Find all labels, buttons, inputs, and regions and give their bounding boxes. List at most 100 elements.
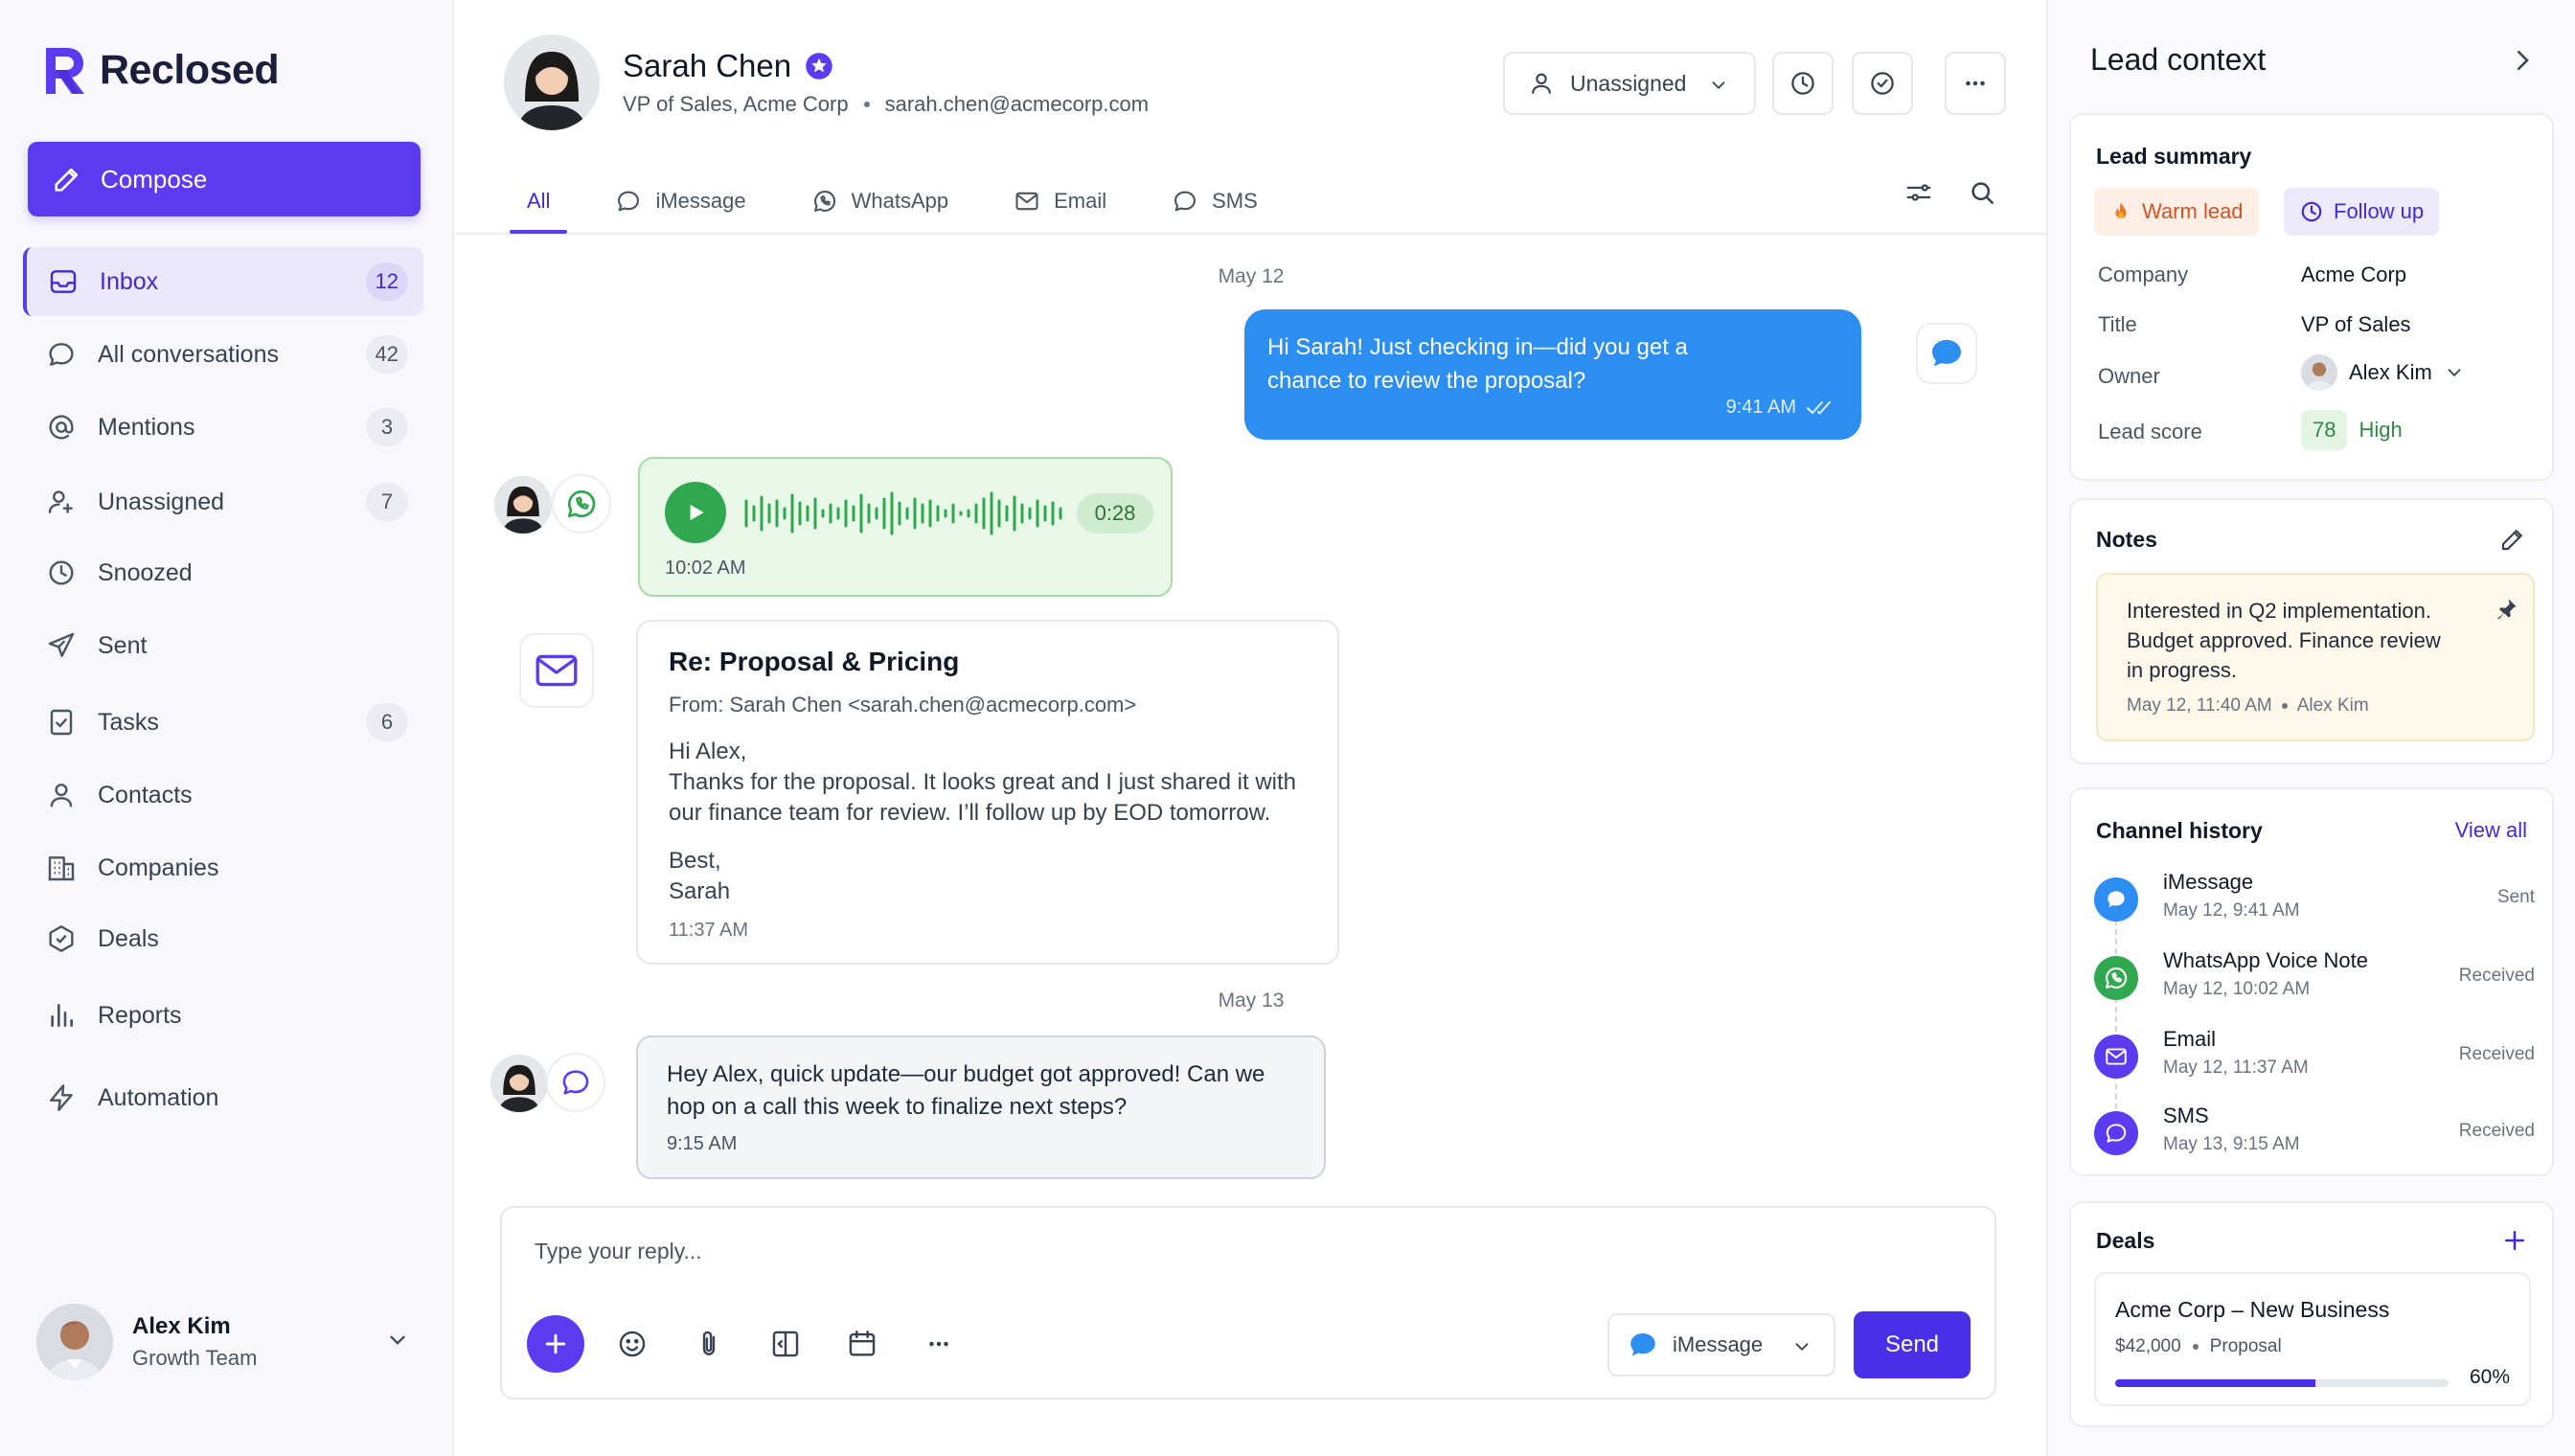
- sidebar-item-companies[interactable]: Companies: [23, 833, 423, 902]
- warm-lead-tag[interactable]: Warm lead: [2094, 188, 2259, 236]
- contact-name: Sarah Chen: [623, 48, 792, 83]
- card-title: Notes: [2096, 527, 2157, 552]
- channel-history-card: Channel history View all iMessage May 12…: [2069, 787, 2554, 1176]
- sidebar-item-contacts[interactable]: Contacts: [23, 761, 423, 830]
- sidebar-item-label: All conversations: [98, 340, 279, 368]
- app-logo[interactable]: Reclosed: [42, 44, 280, 96]
- snooze-button[interactable]: [1772, 52, 1834, 115]
- resolve-button[interactable]: [1852, 52, 1913, 115]
- person-icon: [1532, 73, 1551, 94]
- chevron-down-icon[interactable]: [385, 1328, 410, 1353]
- user-avatar-icon: [2301, 354, 2337, 391]
- assign-label: Unassigned: [1570, 70, 1687, 96]
- contact-avatar-icon: [504, 34, 600, 130]
- emoji-button[interactable]: [594, 1315, 671, 1373]
- sidebar-item-reports[interactable]: Reports: [23, 981, 423, 1050]
- history-item[interactable]: SMS May 13, 9:15 AM Received: [2094, 1103, 2535, 1171]
- sidebar-item-sent[interactable]: Sent: [23, 611, 423, 680]
- view-all-link[interactable]: View all: [2455, 818, 2527, 843]
- date-divider: May 12: [1218, 265, 1285, 287]
- reclosed-logo-icon: [46, 48, 84, 94]
- conversation-header: Sarah Chen VP of Sales, Acme Corp sarah.…: [456, 0, 2046, 235]
- assign-dropdown[interactable]: Unassigned: [1503, 52, 1756, 115]
- chevron-down-icon: [2448, 369, 2461, 377]
- whatsapp-icon: [567, 489, 596, 518]
- emoji-icon: [619, 1331, 646, 1357]
- search-icon[interactable]: [1968, 178, 1996, 207]
- play-button[interactable]: [665, 482, 726, 543]
- paperclip-icon: [702, 1331, 716, 1355]
- history-item[interactable]: WhatsApp Voice Note May 12, 10:02 AM Rec…: [2094, 948, 2535, 1015]
- plus-icon: [545, 1333, 566, 1354]
- avatar[interactable]: [504, 34, 600, 130]
- schedule-button[interactable]: [824, 1315, 900, 1373]
- tab-sms[interactable]: SMS: [1154, 169, 1275, 234]
- history-channel: SMS: [2163, 1103, 2209, 1127]
- edit-pencil-icon[interactable]: [2498, 525, 2527, 554]
- verified-star-icon: [806, 53, 832, 80]
- more-button[interactable]: [1945, 52, 2006, 115]
- attach-button[interactable]: [671, 1315, 747, 1373]
- imessage-channel-badge: [1916, 323, 1977, 384]
- email-message[interactable]: Re: Proposal & Pricing From: Sarah Chen …: [636, 620, 1339, 965]
- sidebar-item-label: Deals: [98, 924, 159, 952]
- date-divider: May 13: [1218, 990, 1285, 1012]
- tab-imessage[interactable]: iMessage: [598, 169, 763, 234]
- sidebar-item-deals[interactable]: Deals: [23, 904, 423, 973]
- template-icon: [772, 1331, 799, 1357]
- sidebar-item-unassigned[interactable]: Unassigned 7: [23, 467, 423, 536]
- history-time: May 12, 10:02 AM: [2163, 979, 2311, 999]
- deal-item[interactable]: Acme Corp – New Business $42,000 Proposa…: [2094, 1272, 2531, 1406]
- chevron-right-icon[interactable]: [2508, 46, 2537, 75]
- compose-label: Compose: [101, 164, 208, 193]
- panel-title: Lead context: [2090, 42, 2267, 77]
- history-item[interactable]: iMessage May 12, 9:41 AM Sent: [2094, 870, 2535, 937]
- tab-email[interactable]: Email: [996, 169, 1124, 234]
- add-button[interactable]: [527, 1315, 584, 1373]
- flame-icon: [2115, 202, 2127, 218]
- deal-stage: Proposal: [2209, 1336, 2282, 1356]
- checkbox-icon: [50, 709, 73, 736]
- mail-icon: [1015, 192, 1038, 211]
- channel-select[interactable]: iMessage: [1607, 1313, 1835, 1376]
- lead-context-panel: Lead context Lead summary Warm lead Foll…: [2046, 0, 2575, 1456]
- hexagon-check-icon: [49, 925, 74, 952]
- contact-avatar-icon: [490, 1055, 548, 1112]
- message-text: Hey Alex, quick update—our budget got ap…: [667, 1061, 1265, 1120]
- compose-button[interactable]: Compose: [28, 142, 421, 216]
- more-options-button[interactable]: [900, 1315, 977, 1373]
- avatar: [494, 476, 552, 534]
- follow-up-tag[interactable]: Follow up: [2284, 188, 2440, 236]
- sidebar-item-tasks[interactable]: Tasks 6: [23, 688, 423, 757]
- message-time: 11:37 AM: [669, 920, 749, 941]
- sidebar-item-snoozed[interactable]: Snoozed: [23, 538, 423, 607]
- message-outgoing-imessage[interactable]: Hi Sarah! Just checking in—did you get a…: [1244, 309, 1861, 440]
- pin-icon[interactable]: [2493, 596, 2519, 623]
- filter-sliders-icon[interactable]: [1904, 178, 1933, 207]
- sidebar-item-label: Reports: [98, 1001, 182, 1029]
- sidebar-item-automation[interactable]: Automation: [23, 1063, 423, 1132]
- mail-icon: [536, 654, 578, 687]
- plus-icon[interactable]: [2500, 1226, 2529, 1255]
- message-incoming-sms[interactable]: Hey Alex, quick update—our budget got ap…: [636, 1035, 1326, 1179]
- user-menu[interactable]: Alex Kim Growth Team: [36, 1301, 410, 1383]
- send-button[interactable]: Send: [1854, 1311, 1971, 1378]
- template-button[interactable]: [747, 1315, 824, 1373]
- contact-email[interactable]: sarah.chen@acmecorp.com: [885, 92, 1149, 117]
- tab-label: All: [527, 189, 551, 213]
- reply-input[interactable]: Type your reply...: [535, 1239, 702, 1264]
- sidebar-item-inbox[interactable]: Inbox 12: [23, 247, 423, 316]
- count-badge: 12: [365, 262, 408, 301]
- sidebar-item-mentions[interactable]: Mentions 3: [23, 393, 423, 462]
- owner-dropdown[interactable]: Alex Kim: [2301, 354, 2465, 391]
- tab-all[interactable]: All: [510, 169, 568, 234]
- chat-bubble-icon: [49, 343, 74, 366]
- note-item[interactable]: Interested in Q2 implementation. Budget …: [2096, 573, 2535, 741]
- card-title: Lead summary: [2096, 144, 2252, 169]
- sidebar-item-all-conversations[interactable]: All conversations 42: [23, 320, 423, 389]
- bar-chart-icon: [51, 1004, 73, 1027]
- avatar: [490, 1055, 548, 1112]
- tab-whatsapp[interactable]: WhatsApp: [794, 169, 967, 234]
- waveform-icon[interactable]: [743, 488, 1065, 539]
- history-item[interactable]: Email May 12, 11:37 AM Received: [2094, 1027, 2535, 1094]
